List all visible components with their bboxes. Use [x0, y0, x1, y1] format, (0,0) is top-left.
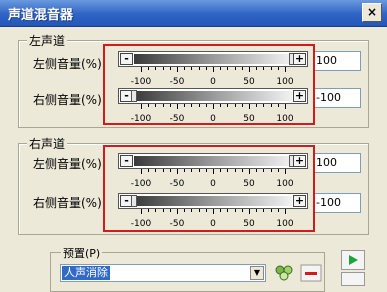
- left-channel-right-volume-label: 右侧音量(%):: [33, 93, 106, 107]
- play-preview-button[interactable]: [341, 250, 365, 270]
- left-channel-highlight-frame: [103, 44, 315, 125]
- left-channel-left-volume-label: 左侧音量(%):: [33, 57, 106, 71]
- close-button[interactable]: ×: [362, 3, 382, 22]
- title-bar: 声道混音器 ×: [0, 0, 387, 27]
- chevron-down-icon[interactable]: ▼: [250, 266, 264, 280]
- remove-preset-icon[interactable]: [300, 264, 322, 282]
- play-icon: [349, 255, 358, 265]
- right-channel-highlight-frame: [103, 145, 315, 232]
- right-channel-left-volume-input[interactable]: 100: [313, 153, 361, 173]
- left-channel-label: 左声道: [27, 32, 68, 49]
- left-channel-right-volume-input[interactable]: -100: [313, 88, 361, 108]
- preset-dropdown[interactable]: 人声消除 ▼: [60, 264, 266, 282]
- right-channel-left-volume-label: 左侧音量(%): [33, 157, 102, 171]
- right-channel-right-volume-input[interactable]: -100: [313, 193, 361, 213]
- preset-selected-value: 人声消除: [62, 266, 110, 280]
- left-channel-left-volume-input[interactable]: 100: [313, 51, 361, 71]
- add-preset-icon[interactable]: [274, 264, 294, 282]
- right-channel-right-volume-label: 右侧音量(%):: [33, 196, 106, 210]
- window-title: 声道混音器: [8, 8, 74, 23]
- right-channel-label: 右声道: [27, 135, 68, 152]
- preset-label: 预置(P): [61, 245, 103, 261]
- secondary-button[interactable]: [341, 272, 365, 286]
